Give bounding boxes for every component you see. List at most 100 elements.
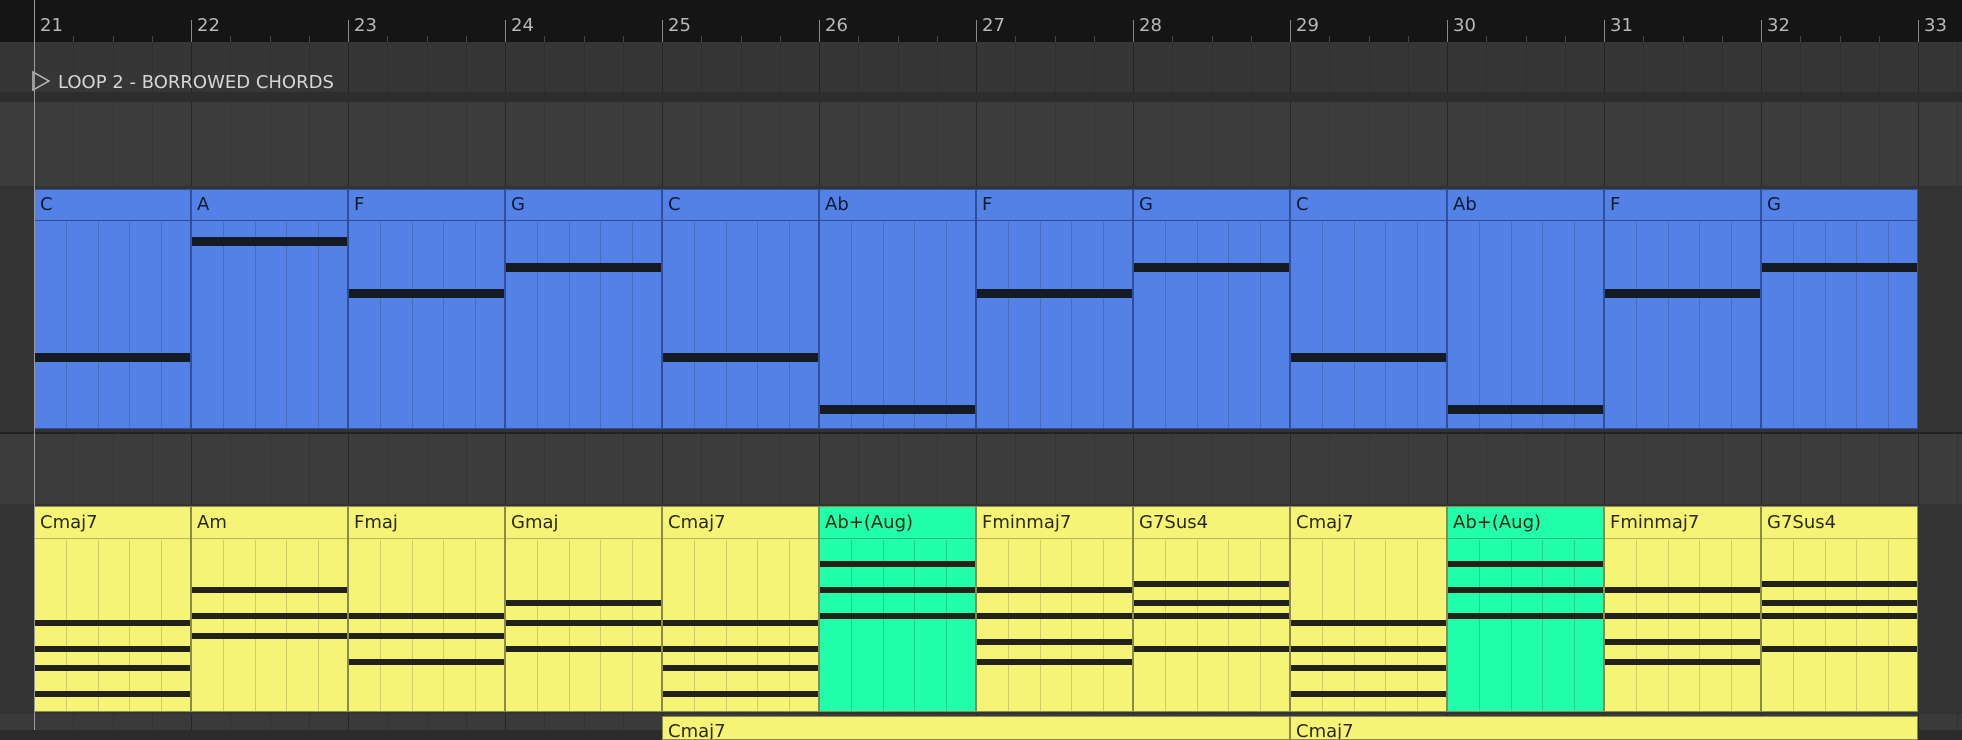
midi-note[interactable] xyxy=(820,587,975,593)
clip-header[interactable]: Am xyxy=(192,507,347,539)
midi-note[interactable] xyxy=(663,665,818,671)
chord-clip[interactable]: Cmaj7 xyxy=(1290,506,1447,712)
timeline-ruler[interactable]: 21 22 23 24 25 26 27 28 29 30 31 32 33 xyxy=(0,0,1962,42)
chord-clip[interactable]: G7Sus4 xyxy=(1761,506,1918,712)
midi-note[interactable] xyxy=(1448,587,1603,593)
chord-clip[interactable]: Cmaj7 xyxy=(34,506,191,712)
midi-note[interactable] xyxy=(1291,665,1446,671)
chord-clip[interactable]: Am xyxy=(191,506,348,712)
midi-note[interactable] xyxy=(35,691,190,697)
midi-note[interactable] xyxy=(1448,405,1603,415)
midi-note[interactable] xyxy=(1762,580,1917,587)
midi-note[interactable] xyxy=(349,632,504,639)
clip-header[interactable]: Ab+(Aug) xyxy=(1448,507,1603,539)
midi-note[interactable] xyxy=(977,288,1132,298)
clip-header[interactable]: G xyxy=(1134,190,1289,221)
midi-note[interactable] xyxy=(977,613,1132,619)
midi-note[interactable] xyxy=(1134,262,1289,272)
midi-note[interactable] xyxy=(506,645,661,652)
midi-note[interactable] xyxy=(506,262,661,272)
midi-note[interactable] xyxy=(35,665,190,671)
chord-clip[interactable]: Fminmaj7 xyxy=(1604,506,1761,712)
chord-clip[interactable]: G7Sus4 xyxy=(1133,506,1290,712)
midi-note[interactable] xyxy=(1448,561,1603,567)
chord-clip[interactable]: Cmaj7 xyxy=(662,506,819,712)
clip-header[interactable]: F xyxy=(349,190,504,221)
midi-note[interactable] xyxy=(977,639,1132,645)
midi-note[interactable] xyxy=(192,613,347,619)
midi-note[interactable] xyxy=(506,619,661,626)
midi-note[interactable] xyxy=(1291,619,1446,626)
clip-header[interactable]: Ab+(Aug) xyxy=(820,507,975,539)
midi-note[interactable] xyxy=(1134,645,1289,652)
chord-clip[interactable]: Fmaj xyxy=(348,506,505,712)
midi-note[interactable] xyxy=(192,632,347,639)
clip-header[interactable]: Fminmaj7 xyxy=(1605,507,1760,539)
midi-note[interactable] xyxy=(663,353,818,363)
midi-note[interactable] xyxy=(35,645,190,652)
midi-note[interactable] xyxy=(506,600,661,606)
clip-header[interactable]: Gmaj xyxy=(506,507,661,539)
midi-note[interactable] xyxy=(1762,262,1917,272)
clip-header[interactable]: Cmaj7 xyxy=(35,507,190,539)
clip-header[interactable]: F xyxy=(1605,190,1760,221)
midi-note[interactable] xyxy=(192,587,347,593)
bass-clip[interactable]: F xyxy=(348,189,505,429)
clip-header[interactable]: Ab xyxy=(820,190,975,221)
midi-note[interactable] xyxy=(35,353,190,363)
clip-header[interactable]: G xyxy=(506,190,661,221)
clip-header[interactable]: Fmaj xyxy=(349,507,504,539)
midi-note[interactable] xyxy=(35,619,190,626)
clip-header[interactable]: F xyxy=(977,190,1132,221)
midi-note[interactable] xyxy=(663,691,818,697)
midi-note[interactable] xyxy=(1605,613,1760,619)
bass-clip[interactable]: C xyxy=(1290,189,1447,429)
midi-note[interactable] xyxy=(820,561,975,567)
chord-clip-highlighted[interactable]: Ab+(Aug) xyxy=(1447,506,1604,712)
midi-note[interactable] xyxy=(663,619,818,626)
chord-clip-highlighted[interactable]: Ab+(Aug) xyxy=(819,506,976,712)
bass-clip[interactable]: G xyxy=(1761,189,1918,429)
chord-clip[interactable]: Fminmaj7 xyxy=(976,506,1133,712)
chord-clip[interactable]: Gmaj xyxy=(505,506,662,712)
midi-note[interactable] xyxy=(820,405,975,415)
midi-note[interactable] xyxy=(1448,613,1603,619)
midi-note[interactable] xyxy=(1291,691,1446,697)
bass-clip[interactable]: Ab xyxy=(1447,189,1604,429)
bass-clip[interactable]: F xyxy=(1604,189,1761,429)
clip-header[interactable]: Ab xyxy=(1448,190,1603,221)
clip-header[interactable]: Fminmaj7 xyxy=(977,507,1132,539)
clip-header[interactable]: Cmaj7 xyxy=(1291,507,1446,539)
bass-clip[interactable]: G xyxy=(1133,189,1290,429)
clip-header[interactable]: C xyxy=(35,190,190,221)
clip-header[interactable]: G7Sus4 xyxy=(1762,507,1917,539)
bass-clip[interactable]: F xyxy=(976,189,1133,429)
clip-header[interactable]: C xyxy=(663,190,818,221)
midi-note[interactable] xyxy=(1291,353,1446,363)
midi-note[interactable] xyxy=(977,658,1132,665)
midi-note[interactable] xyxy=(1605,639,1760,645)
clip-header[interactable]: C xyxy=(1291,190,1446,221)
clip-header[interactable]: G xyxy=(1762,190,1917,221)
chord-clip[interactable]: Cmaj7 xyxy=(662,716,1290,740)
clip-header[interactable]: G7Sus4 xyxy=(1134,507,1289,539)
midi-note[interactable] xyxy=(1605,587,1760,593)
bass-clip[interactable]: C xyxy=(662,189,819,429)
midi-note[interactable] xyxy=(1134,580,1289,587)
midi-note[interactable] xyxy=(1134,613,1289,619)
midi-note[interactable] xyxy=(1762,645,1917,652)
midi-note[interactable] xyxy=(1762,613,1917,619)
bass-clip[interactable]: C xyxy=(34,189,191,429)
midi-note[interactable] xyxy=(663,645,818,652)
bass-clip[interactable]: G xyxy=(505,189,662,429)
clip-header[interactable]: A xyxy=(192,190,347,221)
midi-note[interactable] xyxy=(1762,600,1917,606)
midi-note[interactable] xyxy=(1291,645,1446,652)
midi-note[interactable] xyxy=(1134,600,1289,606)
midi-note[interactable] xyxy=(977,587,1132,593)
bass-clip[interactable]: Ab xyxy=(819,189,976,429)
midi-note[interactable] xyxy=(349,613,504,619)
midi-note[interactable] xyxy=(820,613,975,619)
midi-note[interactable] xyxy=(192,236,347,246)
midi-note[interactable] xyxy=(349,288,504,298)
